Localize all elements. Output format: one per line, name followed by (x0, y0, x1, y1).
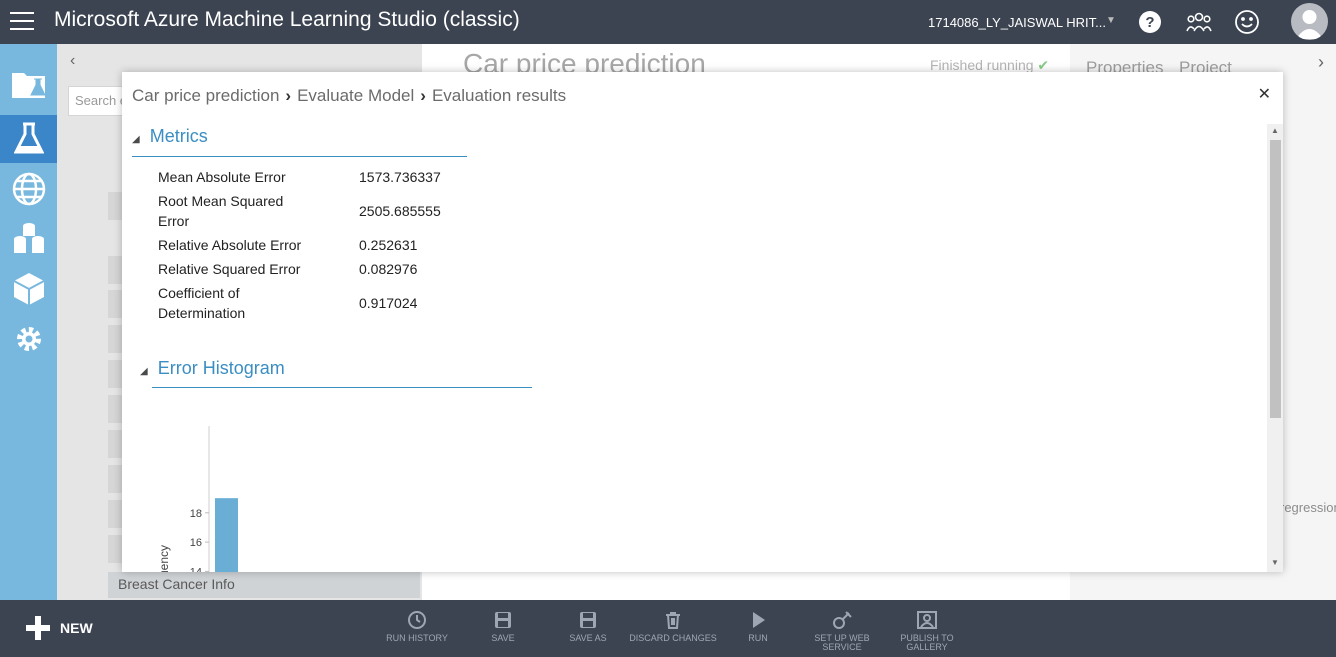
metric-value: 2505.685555 (359, 203, 441, 219)
community-icon[interactable] (1185, 8, 1213, 36)
error-histogram-chart: 1012141618uency (157, 426, 238, 572)
avatar[interactable] (1291, 3, 1328, 40)
y-tick-label: 16 (190, 537, 202, 549)
metric-label: Mean Absolute Error (158, 169, 286, 185)
publish-to-gallery-button[interactable]: PUBLISH TO GALLERY (882, 610, 972, 652)
discard-changes-button[interactable]: DISCARD CHANGES (628, 610, 718, 643)
metric-label: Root Mean Squared Error (158, 193, 284, 229)
trained-models-cube-icon[interactable] (0, 265, 57, 313)
breadcrumb-item: Evaluation results (431, 86, 567, 105)
help-icon[interactable]: ? (1136, 8, 1164, 36)
clock-icon (408, 611, 426, 629)
metric-label: Relative Absolute Error (158, 237, 302, 253)
histogram-bar (215, 498, 238, 572)
settings-gear-icon[interactable] (0, 315, 57, 363)
save-as-disk-icon (580, 612, 596, 628)
scroll-down-icon[interactable]: ▼ (1271, 558, 1279, 567)
collapse-triangle-icon[interactable]: ◢ (140, 366, 148, 377)
metric-label: Relative Squared Error (158, 261, 301, 277)
scroll-thumb[interactable] (1270, 140, 1281, 418)
app-title: Microsoft Azure Machine Learning Studio … (54, 8, 520, 31)
dialog-scrollbar[interactable]: ▲ ▼ (1267, 124, 1283, 572)
projects-icon[interactable] (0, 60, 57, 108)
histogram-section-header[interactable]: ◢ Error Histogram (140, 358, 285, 379)
metric-label: Coefficient of Determination (158, 285, 246, 321)
svg-text:?: ? (1145, 14, 1154, 31)
save-button[interactable]: SAVE (458, 610, 548, 643)
metric-value: 0.252631 (359, 237, 418, 253)
metric-value: 1573.736337 (359, 169, 441, 185)
top-bar: Microsoft Azure Machine Learning Studio … (0, 0, 1336, 44)
y-tick-label: 18 (190, 508, 202, 520)
play-icon (753, 612, 765, 628)
save-disk-icon (495, 612, 511, 628)
divider (152, 387, 532, 388)
trash-icon (666, 612, 680, 629)
chevron-down-icon[interactable]: ▼ (1106, 15, 1116, 26)
web-services-globe-icon[interactable] (0, 165, 57, 213)
user-name[interactable]: 1714086_LY_JAISWAL HRIT... (928, 15, 1106, 30)
new-button[interactable]: NEW (24, 614, 93, 642)
close-icon[interactable]: ✕ (1258, 84, 1271, 104)
run-button[interactable]: RUN (713, 610, 803, 643)
set-up-web-service-button[interactable]: SET UP WEB SERVICE (797, 610, 887, 652)
y-tick-label: 14 (190, 566, 202, 572)
breadcrumb: Car price prediction › Evaluate Model › Eval… (132, 86, 567, 105)
metric-value: 0.082976 (359, 261, 418, 277)
collapse-triangle-icon[interactable]: ◢ (132, 134, 140, 145)
scroll-up-icon[interactable]: ▲ (1271, 126, 1279, 135)
left-nav (0, 44, 57, 600)
evaluation-results-dialog: Car price prediction › Evaluate Model › Eval… (122, 72, 1283, 572)
breadcrumb-item[interactable]: Car price prediction (132, 86, 279, 105)
metrics-section-header[interactable]: ◢ Metrics (132, 126, 208, 147)
plus-icon (26, 616, 50, 640)
feedback-smiley-icon[interactable] (1233, 8, 1261, 36)
web-service-wrench-icon (833, 611, 852, 629)
datasets-icon[interactable] (0, 215, 57, 263)
metric-value: 0.917024 (359, 295, 418, 311)
divider (132, 156, 467, 157)
save-as-button[interactable]: SAVE AS (543, 610, 633, 643)
run-history-button[interactable]: RUN HISTORY (372, 610, 462, 643)
gallery-icon (917, 611, 937, 629)
breadcrumb-item[interactable]: Evaluate Model (297, 86, 414, 105)
experiments-icon[interactable] (0, 115, 57, 163)
y-axis-label: uency (157, 545, 171, 572)
menu-icon[interactable] (10, 12, 34, 32)
